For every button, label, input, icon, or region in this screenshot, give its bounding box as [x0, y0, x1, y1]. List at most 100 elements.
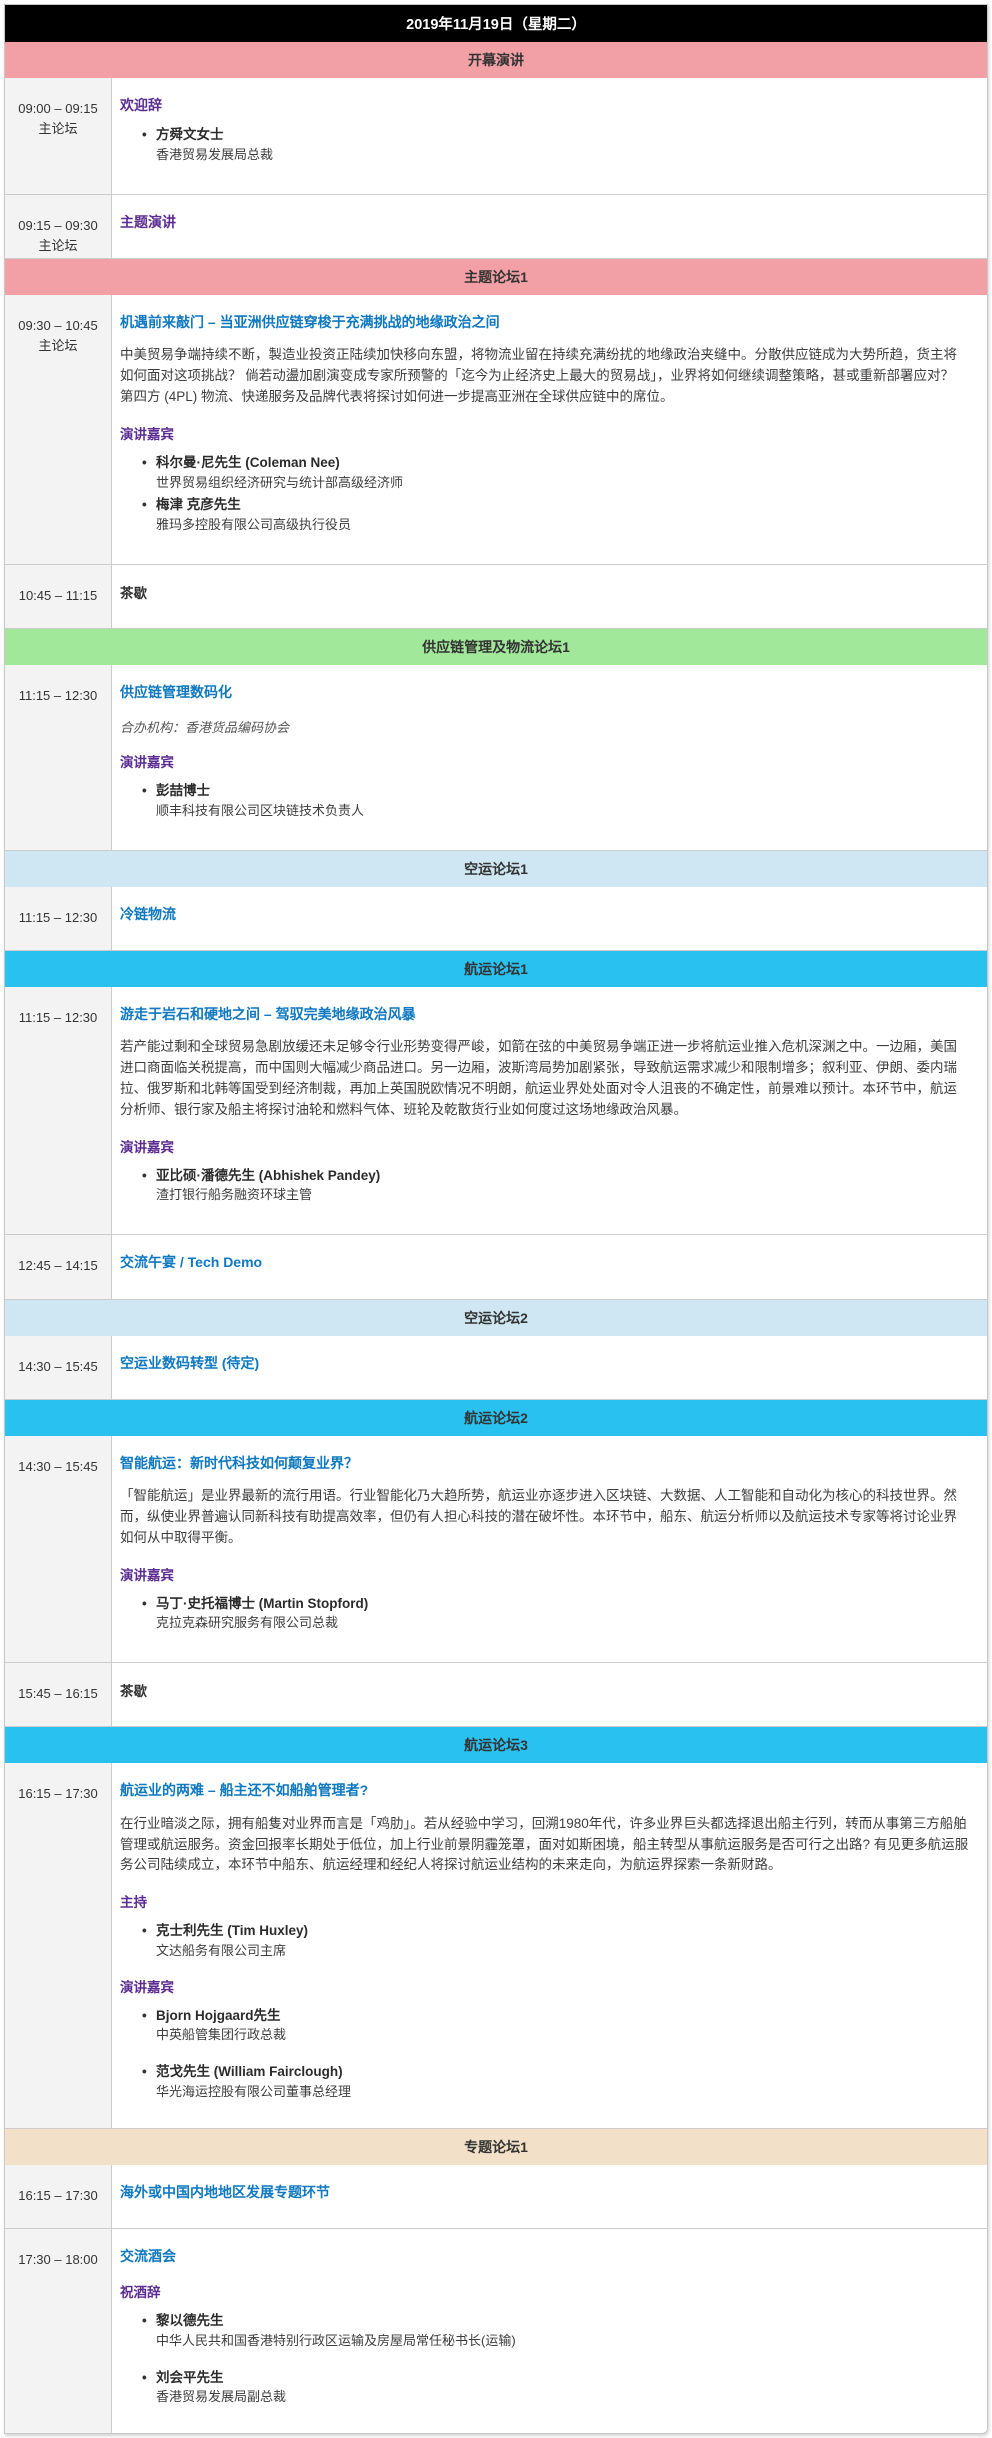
session-time-cell: 16:15 – 17:30 [5, 2165, 112, 2228]
session-title-text: 茶歇 [120, 582, 969, 602]
speaker-name: 彭喆博士 [156, 781, 969, 801]
speaker-list: 亚比硕·潘德先生 (Abhishek Pandey)渣打银行船务融资环球主管 [120, 1166, 969, 1205]
session-row: 14:30 – 15:45 智能航运：新时代科技如何颠复业界？ 「智能航运」是业界最… [5, 1436, 987, 1663]
speaker-group-label: 演讲嘉宾 [120, 423, 969, 443]
session-time: 10:45 – 11:15 [19, 588, 98, 603]
session-title-link[interactable]: 冷链物流 [120, 904, 176, 924]
session-description: 若产能过剩和全球贸易急剧放缓还未足够令行业形势变得严峻，如箭在弦的中美贸易争端正… [120, 1037, 969, 1121]
speaker-group-label: 演讲嘉宾 [120, 751, 969, 771]
session-title-link[interactable]: 机遇前来敲门 – 当亚洲供应链穿梭于充满挑战的地缘政治之间 [120, 312, 500, 332]
session-time: 12:45 – 14:15 [18, 1258, 98, 1273]
section-banner-label: 航运论坛1 [464, 961, 528, 977]
speaker-name: 黎以德先生 [156, 2311, 969, 2331]
speaker-item: 彭喆博士顺丰科技有限公司区块链技术负责人 [156, 781, 969, 820]
session-time: 16:15 – 17:30 [18, 2188, 98, 2203]
section-banner-label: 专题论坛1 [464, 2139, 528, 2155]
section-banner: 主题论坛1 [5, 259, 987, 295]
speaker-list: 方舜文女士香港贸易发展局总裁 [120, 125, 969, 164]
session-time-cell: 14:30 – 15:45 [5, 1436, 112, 1662]
session-time-cell: 09:30 – 10:45 主论坛 [5, 295, 112, 564]
session-title-link[interactable]: 主题演讲 [120, 212, 176, 232]
session-content: 智能航运：新时代科技如何颠复业界？ 「智能航运」是业界最新的流行用语。行业智能化乃… [112, 1436, 987, 1662]
session-title-link[interactable]: 欢迎辞 [120, 95, 162, 115]
speaker-name: Bjorn Hojgaard先生 [156, 2006, 969, 2026]
session-content: 欢迎辞方舜文女士香港贸易发展局总裁 [112, 78, 987, 194]
session-time-cell: 09:15 – 09:30 主论坛 [5, 195, 112, 258]
speaker-item: 范戈先生 (William Fairclough)华光海运控股有限公司董事总经理 [156, 2062, 969, 2101]
session-content: 冷链物流 [112, 887, 987, 950]
session-venue: 主论坛 [5, 236, 111, 256]
section-banner-label: 空运论坛1 [464, 861, 528, 877]
session-time-cell: 12:45 – 14:15 [5, 1235, 112, 1298]
speaker-group-label: 祝酒辞 [120, 2281, 969, 2301]
session-time: 11:15 – 12:30 [19, 910, 98, 925]
agenda-table: 2019年11月19日（星期二） 开幕演讲09:00 – 09:15主论坛欢迎辞… [4, 4, 988, 2434]
session-time-cell: 10:45 – 11:15 [5, 565, 112, 628]
session-venue: 主论坛 [5, 119, 111, 139]
speaker-item: 刘会平先生香港贸易发展局副总裁 [156, 2368, 969, 2407]
session-row: 09:30 – 10:45 主论坛机遇前来敲门 – 当亚洲供应链穿梭于充满挑战的地… [5, 295, 987, 565]
section-banner: 航运论坛3 [5, 1727, 987, 1763]
session-row: 16:15 – 17:30 海外或中国内地地区发展专题环节 [5, 2165, 987, 2229]
cohost-note: 合办机构：香港货品编码协会 [120, 717, 969, 736]
speaker-item: Bjorn Hojgaard先生中英船管集团行政总裁 [156, 2006, 969, 2045]
speaker-name: 梅津 克彦先生 [156, 495, 969, 515]
speaker-item: 科尔曼·尼先生 (Coleman Nee)世界贸易组织经济研究与统计部高级经济师 [156, 453, 969, 492]
speaker-name: 克士利先生 (Tim Huxley) [156, 1921, 969, 1941]
speaker-list: 黎以德先生中华人民共和国香港特别行政区运输及房屋局常任秘书长(运输) 刘会平先生香… [120, 2311, 969, 2407]
session-time: 09:00 – 09:15 [18, 101, 98, 116]
session-row: 17:30 – 18:00交流酒会祝酒辞黎以德先生中华人民共和国香港特别行政区运… [5, 2229, 987, 2433]
section-banner-label: 航运论坛3 [464, 1737, 528, 1753]
session-description: 「智能航运」是业界最新的流行用语。行业智能化乃大趋所势，航运业亦逐步进入区块链、… [120, 1486, 969, 1549]
speaker-role: 克拉克森研究服务有限公司总裁 [156, 1614, 969, 1633]
session-title-link[interactable]: 航运业的两难 – 船主还不如船舶管理者? [120, 1780, 368, 1800]
session-title-link[interactable]: 供应链管理数码化 [120, 682, 232, 702]
session-title-link[interactable]: 空运业数码转型 (待定) [120, 1353, 259, 1373]
session-time: 16:15 – 17:30 [18, 1786, 98, 1801]
speaker-role: 香港贸易发展局总裁 [156, 146, 969, 165]
session-title-text: 茶歇 [120, 1680, 969, 1700]
speaker-item: 马丁·史托福博士 (Martin Stopford)克拉克森研究服务有限公司总裁 [156, 1594, 969, 1633]
session-time: 15:45 – 16:15 [18, 1686, 98, 1701]
session-title-link[interactable]: 交流酒会 [120, 2246, 176, 2266]
session-title-link[interactable]: 智能航运：新时代科技如何颠复业界？ [120, 1453, 358, 1473]
date-header-label: 2019年11月19日（星期二） [406, 17, 586, 33]
session-time: 09:30 – 10:45 [18, 318, 98, 333]
session-content: 空运业数码转型 (待定) [112, 1336, 987, 1399]
speaker-group-label: 演讲嘉宾 [120, 1136, 969, 1156]
session-time-cell: 11:15 – 12:30 [5, 887, 112, 950]
session-time-cell: 15:45 – 16:15 [5, 1663, 112, 1726]
speaker-list: 科尔曼·尼先生 (Coleman Nee)世界贸易组织经济研究与统计部高级经济师… [120, 453, 969, 535]
speaker-item: 亚比硕·潘德先生 (Abhishek Pandey)渣打银行船务融资环球主管 [156, 1166, 969, 1205]
session-time: 09:15 – 09:30 [18, 218, 98, 233]
section-banner: 航运论坛1 [5, 951, 987, 987]
session-content: 机遇前来敲门 – 当亚洲供应链穿梭于充满挑战的地缘政治之间中美贸易争端持续不断，… [112, 295, 987, 564]
session-content: 航运业的两难 – 船主还不如船舶管理者?在行业暗淡之际，拥有船隻对业界而言是「鸡… [112, 1763, 987, 2127]
speaker-group-label: 主持 [120, 1891, 969, 1911]
session-time: 11:15 – 12:30 [19, 1010, 98, 1025]
session-row: 14:30 – 15:45 空运业数码转型 (待定) [5, 1336, 987, 1400]
session-description: 中美贸易争端持续不断，製造业投资正陆续加快移向东盟，将物流业留在持续充满纷扰的地… [120, 345, 969, 408]
session-title-link[interactable]: 交流午宴 / Tech Demo [120, 1252, 262, 1272]
session-title-link[interactable]: 游走于岩石和硬地之间 – 驾驭完美地缘政治风暴 [120, 1004, 416, 1024]
speaker-role: 华光海运控股有限公司董事总经理 [156, 2083, 969, 2102]
session-time-cell: 16:15 – 17:30 [5, 1763, 112, 2127]
session-content: 供应链管理数码化合办机构：香港货品编码协会演讲嘉宾彭喆博士顺丰科技有限公司区块链… [112, 665, 987, 850]
speaker-list: 马丁·史托福博士 (Martin Stopford)克拉克森研究服务有限公司总裁 [120, 1594, 969, 1633]
speaker-role: 世界贸易组织经济研究与统计部高级经济师 [156, 474, 969, 493]
speaker-list: 彭喆博士顺丰科技有限公司区块链技术负责人 [120, 781, 969, 820]
session-row: 12:45 – 14:15 交流午宴 / Tech Demo [5, 1235, 987, 1299]
session-time: 14:30 – 15:45 [18, 1359, 98, 1374]
session-time-cell: 11:15 – 12:30 [5, 987, 112, 1234]
session-title-link[interactable]: 海外或中国内地地区发展专题环节 [120, 2182, 330, 2202]
section-banner-label: 主题论坛1 [464, 269, 528, 285]
session-content: 交流午宴 / Tech Demo [112, 1235, 987, 1298]
speaker-item: 梅津 克彦先生雅玛多控股有限公司高级执行役员 [156, 495, 969, 534]
session-venue: 主论坛 [5, 336, 111, 356]
speaker-item: 黎以德先生中华人民共和国香港特别行政区运输及房屋局常任秘书长(运输) [156, 2311, 969, 2350]
speaker-list: 克士利先生 (Tim Huxley)文达船务有限公司主席 [120, 1921, 969, 1960]
speaker-role: 顺丰科技有限公司区块链技术负责人 [156, 802, 969, 821]
session-time-cell: 11:15 – 12:30 [5, 665, 112, 850]
section-banner: 专题论坛1 [5, 2129, 987, 2165]
speaker-group-label: 演讲嘉宾 [120, 1976, 969, 1996]
